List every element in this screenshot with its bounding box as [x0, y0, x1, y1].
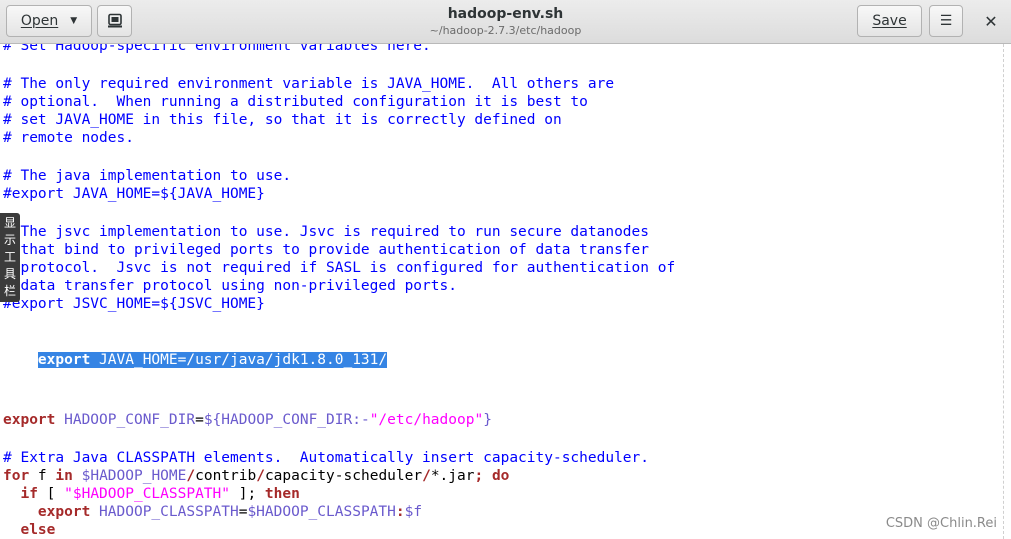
code-line: # remote nodes. [3, 130, 134, 146]
code-line: # optional. When running a distributed c… [3, 94, 588, 110]
text-editor[interactable]: # Set Hadoop-specific environment variab… [0, 44, 1011, 539]
keyword-then: then [264, 486, 300, 502]
right-margin-guide [1003, 44, 1004, 539]
variable-expansion: ${HADOOP_CONF_DIR:- [203, 412, 370, 428]
colon: : [395, 504, 405, 520]
open-button[interactable]: Open ▼ [6, 5, 92, 37]
toolbar-char: 具 [3, 267, 16, 281]
code-line: #export JSVC_HOME=${JSVC_HOME} [3, 296, 265, 312]
watermark: CSDN @Chlin.Rei [885, 516, 997, 531]
save-button[interactable]: Save [857, 5, 922, 37]
chevron-down-icon: ▼ [70, 16, 78, 26]
toolbar-char: 示 [3, 233, 16, 247]
hamburger-menu-icon: ☰ [939, 13, 953, 29]
new-document-icon [107, 13, 122, 28]
code-line: for f in $HADOOP_HOME/contrib/capacity-s… [3, 467, 509, 485]
code-line: #export JAVA_HOME=${JAVA_HOME} [3, 186, 265, 202]
window-title: hadoop-env.sh [447, 6, 564, 22]
variable: $f [404, 504, 423, 520]
path-part: contrib [195, 468, 257, 484]
java-home-assignment: JAVA_HOME=/usr/java/jdk1.8.0_131/ [90, 352, 388, 368]
path-sep: / [186, 468, 196, 484]
code-line-selected: export JAVA_HOME=/usr/java/jdk1.8.0_131/ [3, 333, 388, 368]
variable: $HADOOP_CLASSPATH [247, 504, 396, 520]
code-line: # set JAVA_HOME in this file, so that it… [3, 112, 562, 128]
code-line: export HADOOP_CLASSPATH=$HADOOP_CLASSPAT… [3, 503, 422, 521]
code-line: # Set Hadoop-specific environment variab… [3, 44, 431, 54]
code-line: # The jsvc implementation to use. Jsvc i… [3, 224, 650, 240]
close-icon: ✕ [984, 11, 998, 31]
bracket: ]; [230, 486, 265, 502]
code-line: if [ "$HADOOP_CLASSPATH" ]; then [3, 485, 300, 503]
code-line: # Extra Java CLASSPATH elements. Automat… [3, 450, 650, 466]
semicolon: ; [474, 468, 484, 484]
code-line: # protocol. Jsvc is not required if SASL… [3, 260, 676, 276]
bracket: [ [37, 486, 65, 502]
operator: = [195, 412, 204, 428]
save-button-label: Save [872, 13, 907, 29]
toolbar-char: 显 [3, 216, 16, 230]
path-part: *.jar [430, 468, 475, 484]
string-literal: "$HADOOP_CLASSPATH" [64, 486, 230, 502]
path-sep: / [256, 468, 265, 484]
window-subtitle: ~/hadoop-2.7.3/etc/hadoop [429, 24, 582, 37]
variable-expansion-close: } [483, 412, 492, 428]
path-sep: / [422, 468, 431, 484]
loop-var: f [29, 468, 56, 484]
code-line: # that bind to privileged ports to provi… [3, 242, 650, 258]
code-line: # data transfer protocol using non-privi… [3, 278, 457, 294]
keyword-export: export [37, 352, 91, 368]
open-button-label: Open [20, 13, 59, 29]
keyword-export: export [3, 504, 91, 520]
keyword-export: export [3, 412, 56, 428]
keyword-in: in [55, 468, 73, 484]
close-button[interactable]: ✕ [975, 5, 1007, 37]
keyword-for: for [3, 468, 30, 484]
selection-highlight: export JAVA_HOME=/usr/java/jdk1.8.0_131/ [37, 352, 388, 368]
variable: $HADOOP_HOME [72, 468, 187, 484]
code-line: else [3, 521, 55, 539]
string-literal: "/etc/hadoop" [369, 412, 484, 428]
keyword-else: else [3, 522, 56, 538]
code-line: # The java implementation to use. [3, 168, 292, 184]
new-document-button[interactable] [97, 5, 132, 37]
keyword-if: if [3, 486, 38, 502]
window-title-area: hadoop-env.sh ~/hadoop-2.7.3/etc/hadoop [300, 5, 711, 38]
variable-name: HADOOP_CONF_DIR [55, 412, 196, 428]
path-part: capacity-scheduler [264, 468, 423, 484]
code-line: # The only required environment variable… [3, 76, 615, 92]
menu-button[interactable]: ☰ [929, 5, 963, 37]
toolbar-char: 工 [3, 250, 16, 264]
code-line: export HADOOP_CONF_DIR=${HADOOP_CONF_DIR… [3, 411, 492, 429]
header-bar: Open ▼ hadoop-env.sh ~/hadoop-2.7.3/etc/… [0, 0, 1011, 44]
keyword-do: do [483, 468, 510, 484]
toolbar-char: 栏 [3, 284, 16, 298]
variable-name: HADOOP_CLASSPATH [90, 504, 239, 520]
show-toolbar-tab[interactable]: 显 示 工 具 栏 [0, 213, 20, 302]
